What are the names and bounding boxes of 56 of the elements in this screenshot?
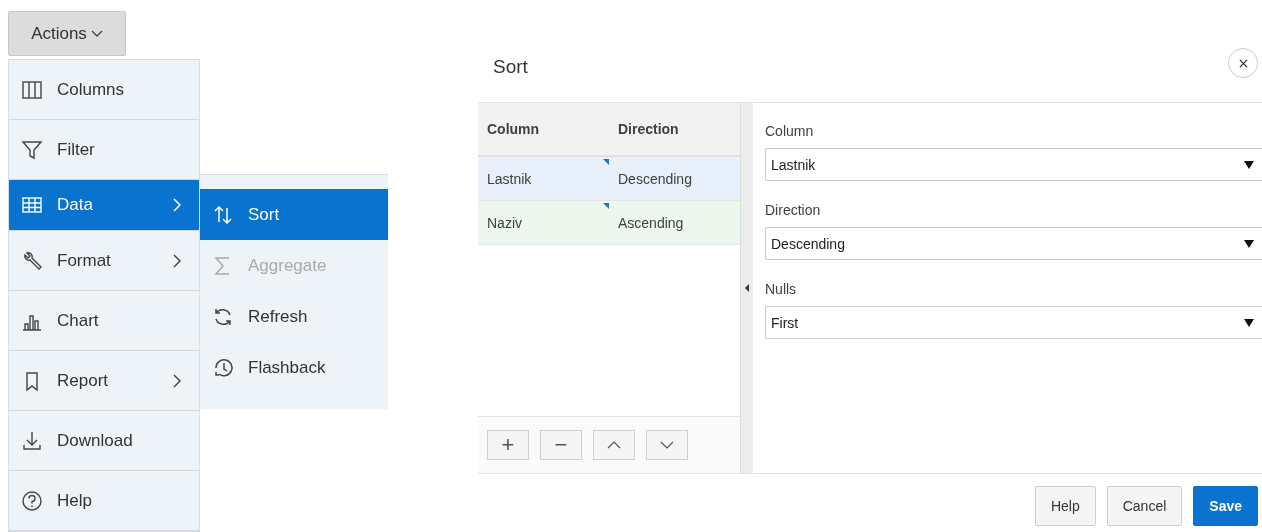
select-field[interactable]: Descending (765, 227, 1262, 260)
actions-button[interactable]: Actions (8, 11, 126, 56)
menu-item[interactable]: Columns (9, 60, 199, 120)
close-button[interactable] (1228, 48, 1258, 78)
chevron-down-icon (90, 29, 103, 38)
table-cell-text: Lastnik (486, 170, 533, 187)
dropdown-arrow-icon (1244, 239, 1254, 248)
chevron-right-icon (173, 253, 181, 268)
submenu-item[interactable]: Refresh (200, 291, 388, 342)
table-cell-text: Ascending (617, 214, 685, 231)
corner-marker-icon (603, 203, 609, 209)
menu-item[interactable]: Report (9, 351, 199, 411)
field-label: Direction (765, 202, 822, 218)
dialog-button[interactable]: Help (1034, 486, 1096, 526)
table-cell-text: Naziv (486, 214, 523, 231)
column-header: Direction (617, 121, 680, 137)
dialog-title: Sort (493, 56, 528, 78)
table-row[interactable]: Lastnik Descending (478, 157, 740, 201)
filter-icon (21, 138, 43, 161)
table-icon (21, 194, 43, 216)
menu-item[interactable]: Help (9, 471, 199, 531)
select-field[interactable]: First (765, 306, 1262, 339)
dropdown-arrow-icon (1244, 318, 1254, 327)
field-label: Column (765, 123, 815, 139)
toolbar-button[interactable]: + (487, 430, 529, 460)
sort-arrows-icon (212, 203, 234, 226)
move-down-button[interactable] (646, 430, 688, 460)
field-label: Nulls (765, 281, 798, 297)
corner-marker-icon (603, 159, 609, 165)
help-icon (21, 489, 43, 512)
history-icon (212, 356, 234, 379)
chevron-right-icon (173, 373, 181, 388)
menu-item[interactable]: Chart (9, 291, 199, 351)
dropdown-arrow-icon (1244, 160, 1254, 169)
wrench-icon (21, 249, 43, 272)
dialog-button[interactable]: Save (1193, 486, 1258, 526)
chevron-up-icon (607, 441, 621, 449)
select-field[interactable]: Lastnik (765, 148, 1262, 181)
collapse-caret-icon (745, 284, 749, 292)
menu-item[interactable]: Data (9, 180, 199, 231)
chevron-down-icon (660, 441, 674, 449)
move-up-button[interactable] (593, 430, 635, 460)
download-icon (21, 429, 43, 452)
submenu-item[interactable]: Flashback (200, 342, 388, 393)
table-row[interactable]: Naziv Ascending (478, 201, 740, 245)
submenu-item[interactable]: Sort (200, 189, 388, 240)
splitter-handle[interactable] (740, 103, 753, 473)
close-icon (1238, 58, 1248, 68)
menu-item[interactable]: Format (9, 231, 199, 291)
table-cell-text: Descending (617, 170, 693, 187)
column-header: Column (486, 121, 541, 137)
columns-icon (21, 78, 43, 101)
chevron-right-icon (173, 198, 181, 212)
toolbar-button[interactable]: − (540, 430, 582, 460)
dialog-button[interactable]: Cancel (1106, 486, 1183, 526)
menu-item[interactable]: Download (9, 411, 199, 471)
